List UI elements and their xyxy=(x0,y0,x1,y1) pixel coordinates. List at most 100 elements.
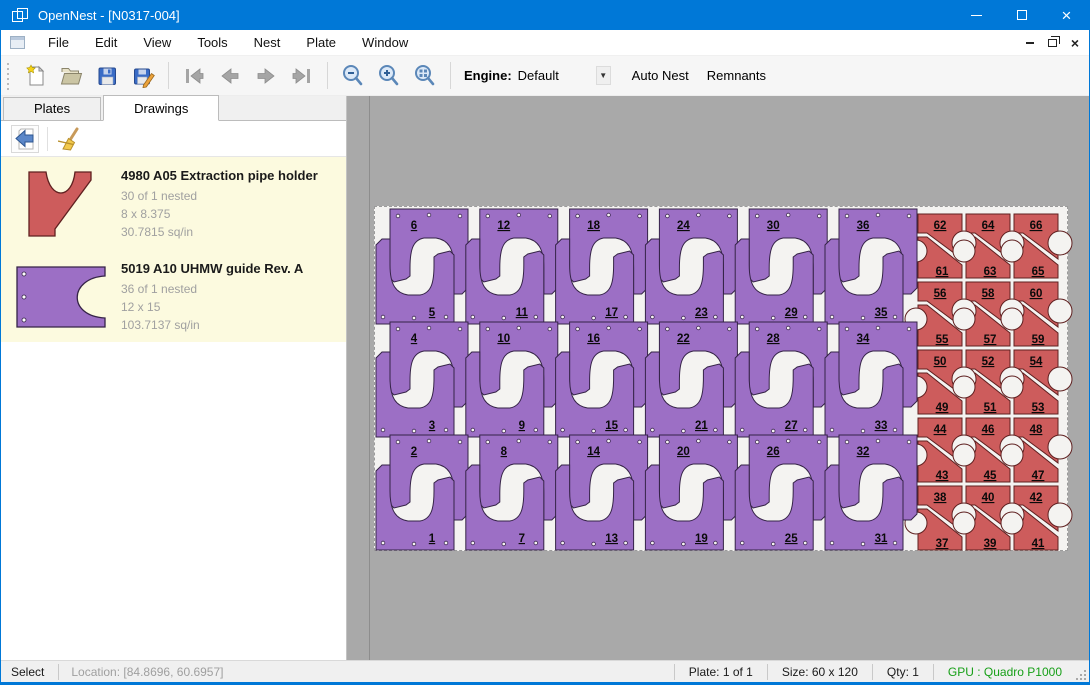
svg-text:39: 39 xyxy=(984,538,997,550)
save-button[interactable] xyxy=(92,61,122,91)
svg-text:4: 4 xyxy=(411,333,418,345)
svg-text:12: 12 xyxy=(497,220,510,232)
svg-text:3: 3 xyxy=(429,420,435,432)
svg-text:61: 61 xyxy=(936,266,949,278)
new-file-button[interactable] xyxy=(20,61,50,91)
svg-text:40: 40 xyxy=(982,492,995,504)
svg-text:11: 11 xyxy=(516,307,529,319)
purple-pair-34-33[interactable] xyxy=(825,322,917,437)
svg-text:64: 64 xyxy=(982,220,995,232)
purple-pair-26-25[interactable] xyxy=(735,435,827,550)
purple-pair-16-15[interactable] xyxy=(556,322,648,437)
svg-text:27: 27 xyxy=(785,420,798,432)
purple-pair-14-13[interactable] xyxy=(556,435,648,550)
status-size: Size: 60 x 120 xyxy=(768,661,872,682)
svg-text:10: 10 xyxy=(497,333,510,345)
resize-grip[interactable] xyxy=(1076,670,1086,680)
tab-plates[interactable]: Plates xyxy=(3,97,101,121)
maximize-button[interactable] xyxy=(999,0,1044,30)
zoom-extents-icon xyxy=(412,63,438,89)
menu-tools[interactable]: Tools xyxy=(184,31,240,54)
purple-pair-8-7[interactable] xyxy=(466,435,558,550)
status-qty: Qty: 1 xyxy=(873,661,933,682)
menu-view[interactable]: View xyxy=(130,31,184,54)
purple-pair-4-3[interactable] xyxy=(376,322,468,437)
mdi-minimize-icon[interactable] xyxy=(1026,42,1034,44)
purple-pair-2-1[interactable] xyxy=(376,435,468,550)
purple-pair-32-31[interactable] xyxy=(825,435,917,550)
purple-pair-36-35[interactable] xyxy=(825,209,917,324)
drawing-thumbnail-red xyxy=(23,166,99,242)
svg-text:59: 59 xyxy=(1032,334,1045,346)
engine-dropdown-button[interactable]: ▼ xyxy=(596,66,611,85)
menu-file[interactable]: File xyxy=(35,31,82,54)
purple-pair-20-19[interactable] xyxy=(645,435,737,550)
svg-text:66: 66 xyxy=(1030,220,1043,232)
nav-next-icon xyxy=(253,63,279,89)
status-gpu: GPU : Quadro P1000 xyxy=(934,661,1076,682)
document-icon[interactable] xyxy=(10,36,25,49)
app-window: OpenNest - [N0317-004] × File Edit View … xyxy=(0,0,1090,685)
purple-pair-30-29[interactable] xyxy=(735,209,827,324)
open-file-icon xyxy=(59,64,83,88)
svg-text:18: 18 xyxy=(587,220,600,232)
svg-text:46: 46 xyxy=(982,424,995,436)
menu-plate[interactable]: Plate xyxy=(293,31,349,54)
close-button[interactable]: × xyxy=(1044,0,1089,30)
close-icon: × xyxy=(1062,7,1072,24)
svg-text:14: 14 xyxy=(587,446,600,458)
mdi-restore-icon[interactable] xyxy=(1048,39,1057,47)
toolbar-gripper[interactable] xyxy=(6,62,11,90)
drawing-item-1[interactable]: 4980 A05 Extraction pipe holder 30 of 1 … xyxy=(1,157,346,250)
svg-text:6: 6 xyxy=(411,220,417,232)
save-as-button[interactable] xyxy=(128,61,158,91)
purple-pair-18-17[interactable] xyxy=(556,209,648,324)
svg-text:49: 49 xyxy=(936,402,949,414)
zoom-out-button[interactable] xyxy=(338,61,368,91)
purple-pair-24-23[interactable] xyxy=(645,209,737,324)
svg-text:17: 17 xyxy=(605,307,618,319)
svg-text:57: 57 xyxy=(984,334,997,346)
nav-prev-button[interactable] xyxy=(215,61,245,91)
svg-text:45: 45 xyxy=(984,470,997,482)
plate[interactable]: 6261646366655655585760595049525154534443… xyxy=(374,206,1068,551)
nav-next-button[interactable] xyxy=(251,61,281,91)
menu-edit[interactable]: Edit xyxy=(82,31,130,54)
tab-drawings[interactable]: Drawings xyxy=(103,95,219,121)
drawing-dimensions: 8 x 8.375 xyxy=(121,205,318,223)
menu-nest[interactable]: Nest xyxy=(241,31,294,54)
nav-first-button[interactable] xyxy=(179,61,209,91)
purple-pair-10-9[interactable] xyxy=(466,322,558,437)
window-title: OpenNest - [N0317-004] xyxy=(38,8,180,23)
save-icon xyxy=(95,64,119,88)
open-file-button[interactable] xyxy=(56,61,86,91)
svg-text:2: 2 xyxy=(411,446,417,458)
remnants-button[interactable]: Remnants xyxy=(707,68,766,83)
minimize-button[interactable] xyxy=(954,0,999,30)
svg-text:30: 30 xyxy=(767,220,780,232)
zoom-extents-button[interactable] xyxy=(410,61,440,91)
purple-pair-22-21[interactable] xyxy=(645,322,737,437)
zoom-out-icon xyxy=(340,63,366,89)
nest-svg[interactable]: 6261646366655655585760595049525154534443… xyxy=(375,207,1067,550)
clean-brush-button[interactable] xyxy=(56,125,84,153)
drawing-area: 30.7815 sq/in xyxy=(121,223,318,241)
purple-pair-28-27[interactable] xyxy=(735,322,827,437)
purple-pair-6-5[interactable] xyxy=(376,209,468,324)
drawing-item-2[interactable]: 5019 A10 UHMW guide Rev. A 36 of 1 neste… xyxy=(1,250,346,342)
nav-last-button[interactable] xyxy=(287,61,317,91)
nest-canvas[interactable]: 6261646366655655585760595049525154534443… xyxy=(347,96,1089,660)
mdi-close-icon[interactable]: × xyxy=(1071,36,1079,50)
svg-text:58: 58 xyxy=(982,288,995,300)
send-back-button[interactable] xyxy=(11,125,39,153)
auto-nest-button[interactable]: Auto Nest xyxy=(632,68,689,83)
send-back-icon xyxy=(13,127,37,151)
drawing-nested-count: 30 of 1 nested xyxy=(121,187,318,205)
main-toolbar: Engine: Default ▼ Auto Nest Remnants xyxy=(1,56,1089,96)
zoom-in-button[interactable] xyxy=(374,61,404,91)
svg-text:15: 15 xyxy=(605,420,618,432)
engine-select-value[interactable]: Default xyxy=(518,68,596,83)
menu-window[interactable]: Window xyxy=(349,31,421,54)
drawings-list: 4980 A05 Extraction pipe holder 30 of 1 … xyxy=(1,157,346,342)
purple-pair-12-11[interactable] xyxy=(466,209,558,324)
